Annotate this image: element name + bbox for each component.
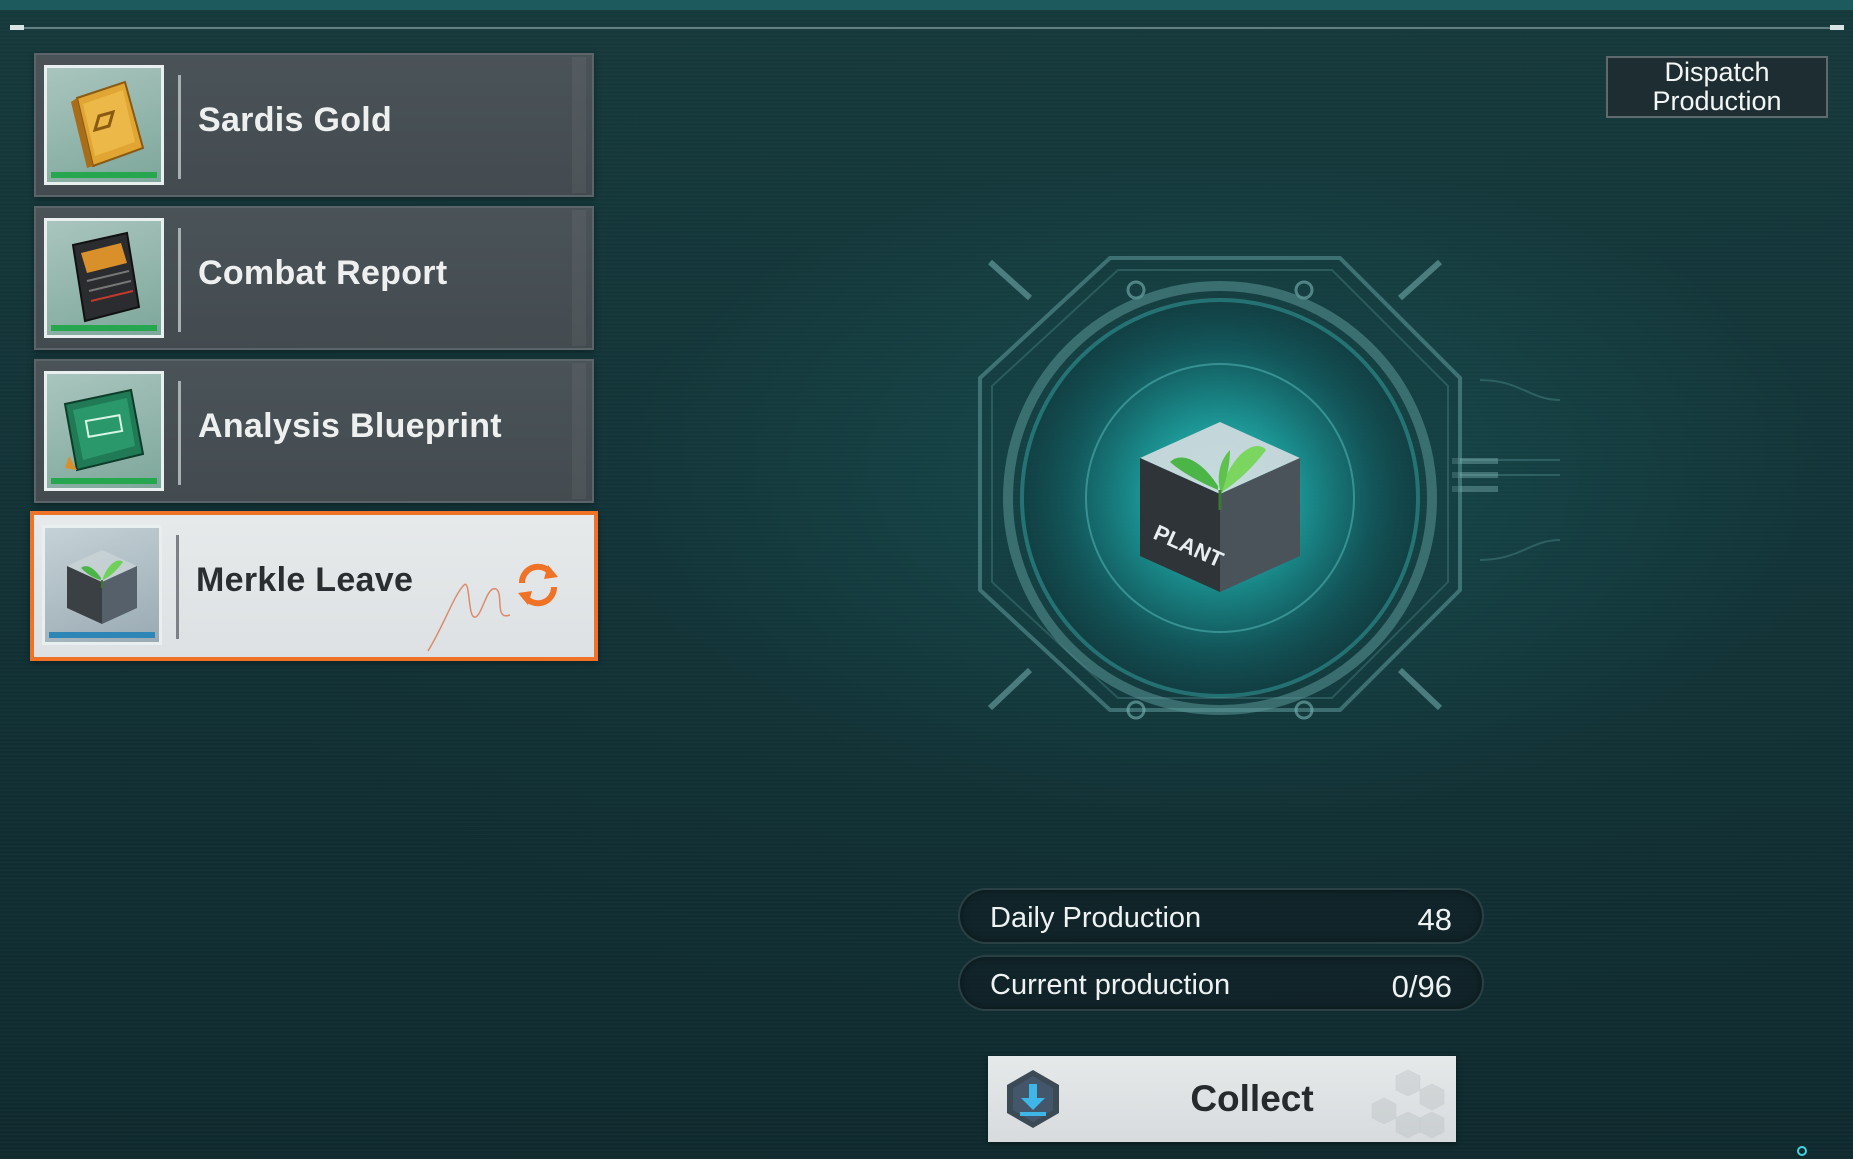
current-production-row: Current production 0/96 bbox=[958, 955, 1484, 1011]
daily-production-row: Daily Production 48 bbox=[958, 888, 1484, 944]
daily-production-label: Daily Production bbox=[990, 902, 1202, 934]
top-divider-line bbox=[12, 27, 1841, 29]
item-thumbnail bbox=[44, 65, 164, 185]
card-deco-strip bbox=[572, 57, 586, 193]
item-status-bar bbox=[51, 172, 157, 178]
item-status-bar bbox=[51, 325, 157, 331]
item-card-combat-report[interactable]: Combat Report bbox=[34, 206, 594, 350]
collect-button[interactable]: Collect bbox=[988, 1056, 1456, 1142]
item-thumbnail bbox=[44, 218, 164, 338]
item-thumbnail bbox=[42, 525, 162, 645]
item-card-analysis-blueprint[interactable]: Analysis Blueprint bbox=[34, 359, 594, 503]
card-deco-strip bbox=[572, 210, 586, 346]
card-divider bbox=[178, 75, 181, 179]
card-deco-strip bbox=[572, 363, 586, 499]
item-card-sardis-gold[interactable]: Sardis Gold bbox=[34, 53, 594, 197]
current-production-label: Current production bbox=[990, 969, 1231, 1001]
item-status-bar bbox=[49, 632, 155, 638]
combat-report-icon bbox=[71, 231, 141, 323]
gold-bar-icon bbox=[71, 80, 145, 168]
item-name: Merkle Leave bbox=[196, 561, 414, 599]
item-card-merkle-leave[interactable]: Merkle Leave bbox=[30, 511, 598, 661]
top-right-marker bbox=[1830, 25, 1844, 30]
card-divider bbox=[176, 535, 179, 639]
status-dot-icon bbox=[1797, 1146, 1807, 1156]
top-bar bbox=[0, 0, 1853, 10]
item-name: Sardis Gold bbox=[198, 101, 393, 139]
plant-cube-icon bbox=[67, 550, 137, 624]
production-emblem: PLANT bbox=[978, 256, 1560, 720]
item-name: Analysis Blueprint bbox=[198, 407, 502, 445]
refresh-icon[interactable] bbox=[512, 559, 564, 611]
daily-production-value: 48 bbox=[1417, 902, 1452, 937]
blueprint-icon bbox=[63, 388, 145, 472]
item-thumbnail bbox=[44, 371, 164, 491]
card-divider bbox=[178, 228, 181, 332]
card-divider bbox=[178, 381, 181, 485]
top-left-marker bbox=[10, 25, 24, 30]
item-status-bar bbox=[51, 478, 157, 484]
current-production-value: 0/96 bbox=[1391, 969, 1452, 1004]
collect-label: Collect bbox=[1190, 1078, 1314, 1119]
item-name: Combat Report bbox=[198, 254, 448, 292]
dispatch-production-button[interactable]: Dispatch Production bbox=[1606, 56, 1828, 118]
plant-cube-icon: PLANT bbox=[1140, 422, 1300, 592]
